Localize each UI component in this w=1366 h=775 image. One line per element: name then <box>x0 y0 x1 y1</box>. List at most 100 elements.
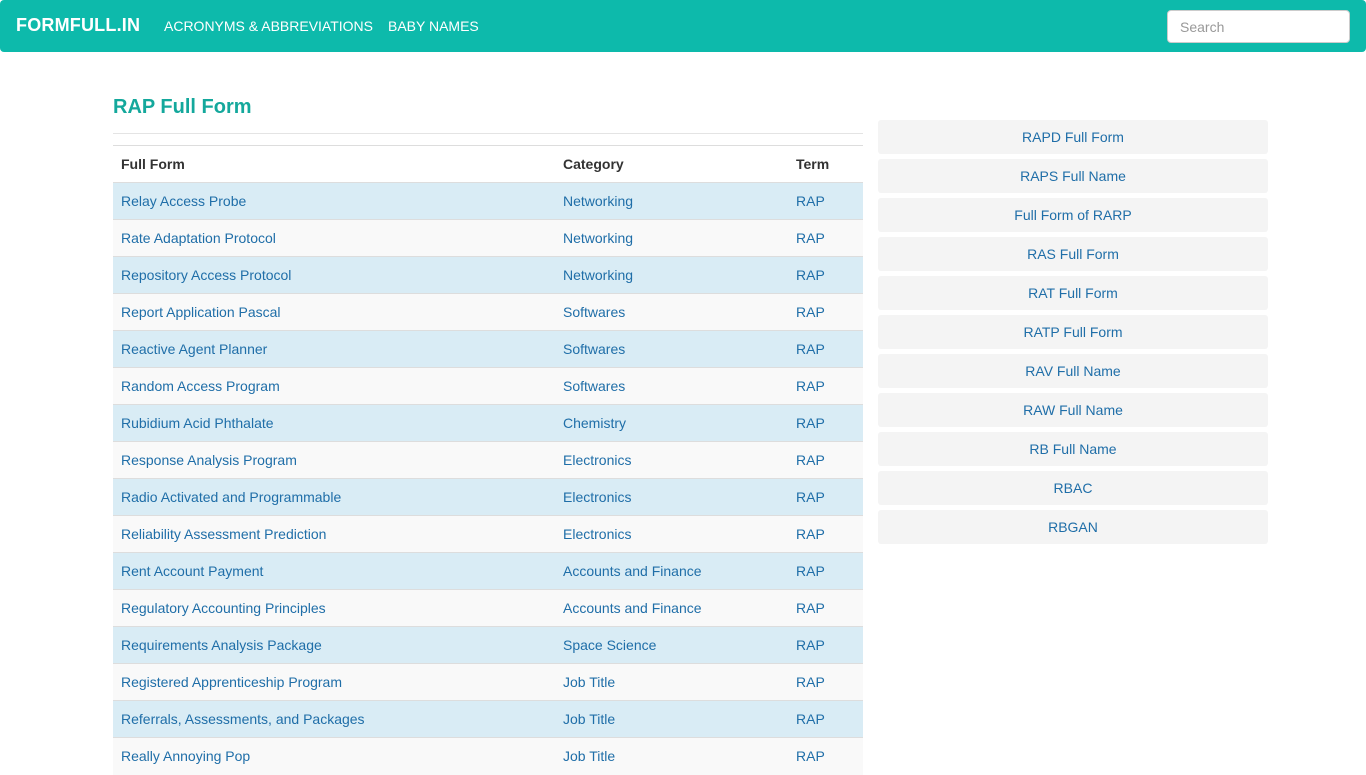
sidebar-related-link[interactable]: RAW Full Name <box>878 393 1268 427</box>
cell-category-link[interactable]: Job Title <box>563 748 615 764</box>
cell-term-link[interactable]: RAP <box>796 304 825 320</box>
cell-full-form-link[interactable]: Reactive Agent Planner <box>121 341 267 357</box>
cell-full-form-link[interactable]: Referrals, Assessments, and Packages <box>121 711 365 727</box>
sidebar-related-link[interactable]: Full Form of RARP <box>878 198 1268 232</box>
table-cell: Electronics <box>555 478 788 516</box>
table-cell: RAP <box>788 293 863 331</box>
cell-full-form-link[interactable]: Really Annoying Pop <box>121 748 250 764</box>
table-cell: Space Science <box>555 626 788 664</box>
table-cell: Job Title <box>555 700 788 738</box>
table-cell: Accounts and Finance <box>555 589 788 627</box>
cell-category-link[interactable]: Networking <box>563 193 633 209</box>
cell-term-link[interactable]: RAP <box>796 341 825 357</box>
cell-category-link[interactable]: Electronics <box>563 489 631 505</box>
search-input[interactable] <box>1167 10 1350 43</box>
table-cell: Really Annoying Pop <box>113 737 555 775</box>
cell-full-form-link[interactable]: Registered Apprenticeship Program <box>121 674 342 690</box>
table-cell: Rate Adaptation Protocol <box>113 219 555 257</box>
cell-category-link[interactable]: Electronics <box>563 452 631 468</box>
table-row: Referrals, Assessments, and Packages Job … <box>113 700 863 738</box>
cell-category-link[interactable]: Job Title <box>563 711 615 727</box>
nav-link-baby-names[interactable]: BABY NAMES <box>388 18 479 34</box>
cell-term-link[interactable]: RAP <box>796 489 825 505</box>
cell-category-link[interactable]: Softwares <box>563 304 625 320</box>
table-cell: Referrals, Assessments, and Packages <box>113 700 555 738</box>
table-cell: Reliability Assessment Prediction <box>113 515 555 553</box>
cell-category-link[interactable]: Networking <box>563 230 633 246</box>
cell-term-link[interactable]: RAP <box>796 748 825 764</box>
table-cell: RAP <box>788 330 863 368</box>
cell-full-form-link[interactable]: Response Analysis Program <box>121 452 297 468</box>
table-cell: RAP <box>788 552 863 590</box>
sidebar-related-link[interactable]: RATP Full Form <box>878 315 1268 349</box>
cell-term-link[interactable]: RAP <box>796 378 825 394</box>
sidebar-related-link[interactable]: RAPD Full Form <box>878 120 1268 154</box>
cell-category-link[interactable]: Electronics <box>563 526 631 542</box>
cell-category-link[interactable]: Job Title <box>563 674 615 690</box>
page-title: RAP Full Form <box>113 96 252 118</box>
cell-category-link[interactable]: Space Science <box>563 637 656 653</box>
sidebar-related-link[interactable]: RAS Full Form <box>878 237 1268 271</box>
sidebar-related-link[interactable]: RBGAN <box>878 510 1268 544</box>
table-row: Relay Access Probe Networking RAP <box>113 182 863 220</box>
table-row: Really Annoying Pop Job Title RAP <box>113 737 863 775</box>
table-cell: Reactive Agent Planner <box>113 330 555 368</box>
table-row: Radio Activated and Programmable Electron… <box>113 478 863 516</box>
cell-term-link[interactable]: RAP <box>796 600 825 616</box>
cell-category-link[interactable]: Accounts and Finance <box>563 563 702 579</box>
cell-full-form-link[interactable]: Relay Access Probe <box>121 193 246 209</box>
table-cell: RAP <box>788 441 863 479</box>
cell-category-link[interactable]: Networking <box>563 267 633 283</box>
brand-logo-link[interactable]: FORMFULL.IN <box>16 15 140 36</box>
table-row: Rent Account Payment Accounts and Finance… <box>113 552 863 590</box>
sidebar-related-link[interactable]: RAV Full Name <box>878 354 1268 388</box>
cell-full-form-link[interactable]: Reliability Assessment Prediction <box>121 526 326 542</box>
table-row: Reliability Assessment Prediction Electro… <box>113 515 863 553</box>
cell-term-link[interactable]: RAP <box>796 452 825 468</box>
table-cell: Accounts and Finance <box>555 552 788 590</box>
cell-full-form-link[interactable]: Rate Adaptation Protocol <box>121 230 276 246</box>
cell-term-link[interactable]: RAP <box>796 230 825 246</box>
table-cell: Networking <box>555 219 788 257</box>
table-cell: RAP <box>788 589 863 627</box>
table-cell: Networking <box>555 182 788 220</box>
table-row: Rubidium Acid Phthalate Chemistry RAP <box>113 404 863 442</box>
cell-term-link[interactable]: RAP <box>796 637 825 653</box>
table-cell: RAP <box>788 700 863 738</box>
table-cell: RAP <box>788 626 863 664</box>
cell-full-form-link[interactable]: Radio Activated and Programmable <box>121 489 341 505</box>
sidebar-related-link[interactable]: RAT Full Form <box>878 276 1268 310</box>
cell-term-link[interactable]: RAP <box>796 674 825 690</box>
table-cell: Rubidium Acid Phthalate <box>113 404 555 442</box>
cell-term-link[interactable]: RAP <box>796 526 825 542</box>
cell-full-form-link[interactable]: Random Access Program <box>121 378 280 394</box>
table-cell: Registered Apprenticeship Program <box>113 663 555 701</box>
cell-term-link[interactable]: RAP <box>796 563 825 579</box>
cell-category-link[interactable]: Chemistry <box>563 415 626 431</box>
header-full-form: Full Form <box>113 145 555 183</box>
table-cell: Job Title <box>555 737 788 775</box>
cell-category-link[interactable]: Accounts and Finance <box>563 600 702 616</box>
cell-term-link[interactable]: RAP <box>796 267 825 283</box>
table-cell: Rent Account Payment <box>113 552 555 590</box>
cell-term-link[interactable]: RAP <box>796 415 825 431</box>
cell-full-form-link[interactable]: Requirements Analysis Package <box>121 637 322 653</box>
table-cell: Job Title <box>555 663 788 701</box>
cell-full-form-link[interactable]: Rubidium Acid Phthalate <box>121 415 274 431</box>
cell-term-link[interactable]: RAP <box>796 711 825 727</box>
table-cell: Random Access Program <box>113 367 555 405</box>
table-cell: Electronics <box>555 515 788 553</box>
cell-full-form-link[interactable]: Repository Access Protocol <box>121 267 291 283</box>
cell-term-link[interactable]: RAP <box>796 193 825 209</box>
cell-category-link[interactable]: Softwares <box>563 378 625 394</box>
sidebar-related-link[interactable]: RBAC <box>878 471 1268 505</box>
sidebar-related-link[interactable]: RB Full Name <box>878 432 1268 466</box>
cell-category-link[interactable]: Softwares <box>563 341 625 357</box>
table-header-row: Full Form Category Term <box>113 145 863 183</box>
table-row: Repository Access Protocol Networking RAP <box>113 256 863 294</box>
sidebar-related-link[interactable]: RAPS Full Name <box>878 159 1268 193</box>
cell-full-form-link[interactable]: Report Application Pascal <box>121 304 281 320</box>
cell-full-form-link[interactable]: Regulatory Accounting Principles <box>121 600 326 616</box>
nav-link-acronyms[interactable]: ACRONYMS & ABBREVIATIONS <box>164 18 373 34</box>
cell-full-form-link[interactable]: Rent Account Payment <box>121 563 263 579</box>
